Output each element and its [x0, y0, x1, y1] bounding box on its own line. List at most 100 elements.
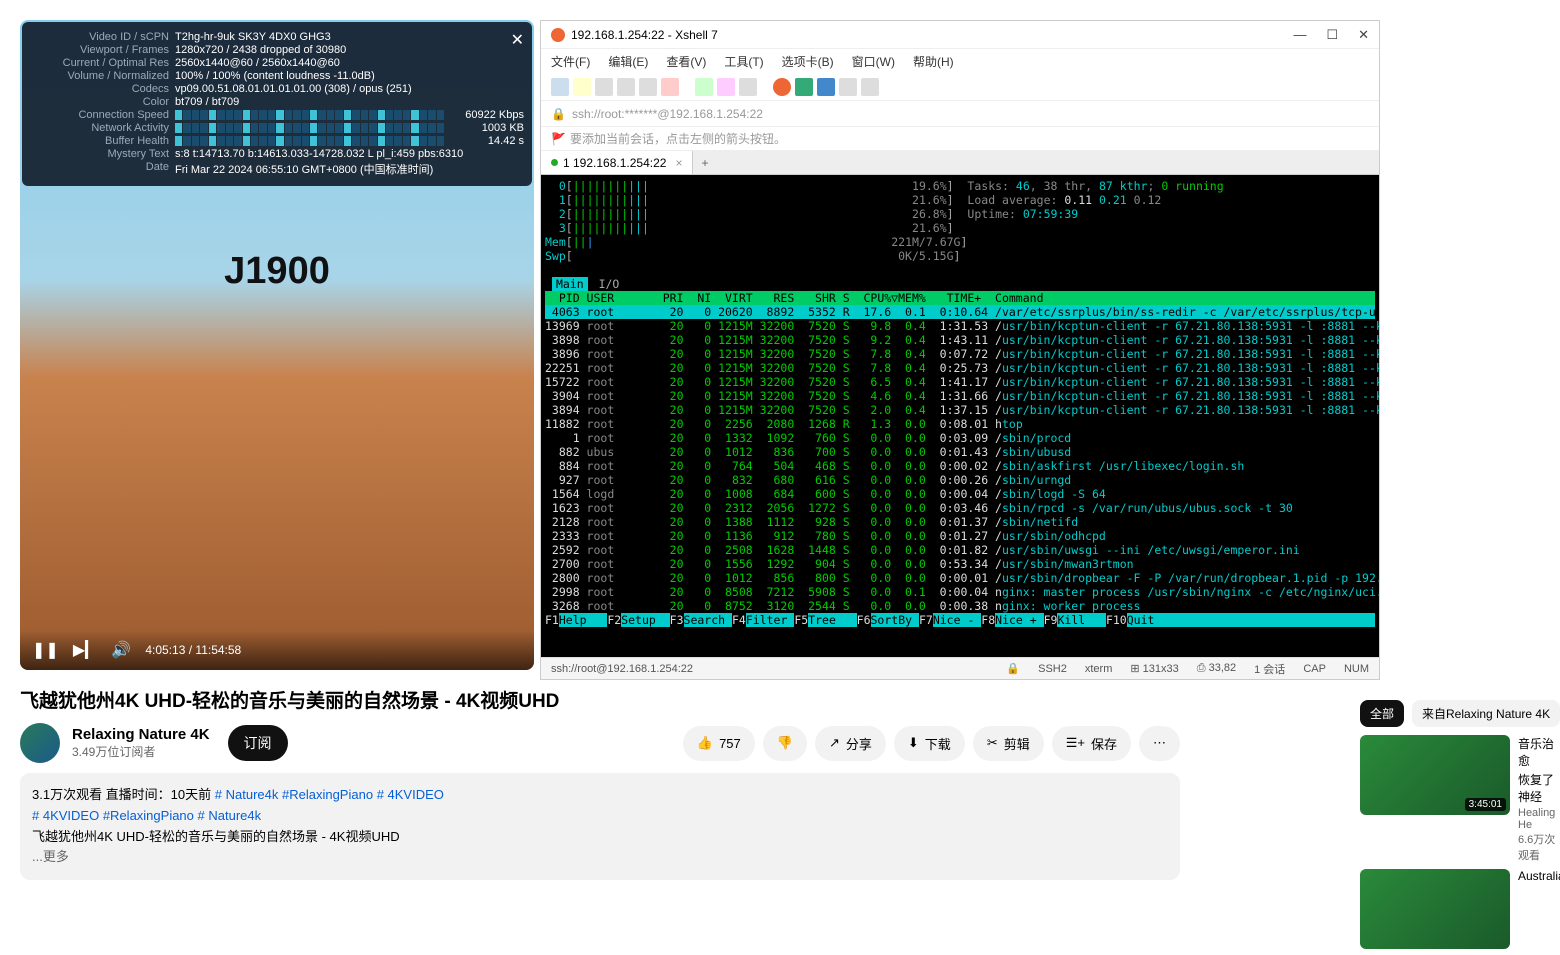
menu-item[interactable]: 帮助(H) [913, 53, 954, 70]
menu-item[interactable]: 窗口(W) [852, 53, 895, 70]
hashtag[interactable]: # Nature4k [198, 808, 262, 823]
description-text: 飞越犹他州4K UHD-轻松的音乐与美丽的自然场景 - 4K视频UHD [32, 829, 400, 844]
share-button[interactable]: ↗分享 [815, 726, 886, 761]
rec-channel: Healing He [1518, 807, 1560, 831]
play-pause-icon[interactable]: ❚❚ [32, 640, 59, 660]
dislike-button[interactable]: 👎 [763, 726, 807, 761]
menu-item[interactable]: 编辑(E) [608, 53, 648, 70]
subscribe-button[interactable]: 订阅 [228, 725, 288, 761]
toolbar-icon[interactable] [595, 78, 613, 96]
duration: 3:45:01 [1465, 798, 1506, 811]
stat-right: 14.42 s [444, 135, 524, 147]
toolbar-icon[interactable] [861, 78, 879, 96]
stat-value [175, 109, 444, 121]
stats-overlay: ✕ Video ID / sCPNT2hg-hr-9uk SK3Y 4DX0 G… [22, 22, 532, 186]
recommendation-item[interactable]: Australian [1360, 869, 1560, 949]
close-icon[interactable]: ✕ [1358, 27, 1369, 43]
menu-item[interactable]: 选项卡(B) [782, 53, 834, 70]
download-button[interactable]: ⬇下载 [894, 726, 965, 761]
toolbar-icon[interactable] [773, 78, 791, 96]
toolbar-icon[interactable] [639, 78, 657, 96]
status-term: xterm [1085, 663, 1113, 675]
status-cap: CAP [1303, 663, 1326, 675]
menu-item[interactable]: 工具(T) [724, 53, 763, 70]
stat-label: Mystery Text [30, 148, 175, 160]
stat-value: 100% / 100% (content loudness -11.0dB) [175, 70, 524, 82]
chip-all[interactable]: 全部 [1360, 700, 1404, 727]
rec-title: Australian [1518, 869, 1560, 883]
stat-label: Current / Optimal Res [30, 57, 175, 69]
toolbar-icon[interactable] [739, 78, 757, 96]
stat-label: Color [30, 96, 175, 108]
stat-value: vp09.00.51.08.01.01.01.01.00 (308) / opu… [175, 83, 524, 95]
stat-value: 1280x720 / 2438 dropped of 30980 [175, 44, 524, 56]
download-icon: ⬇ [908, 735, 919, 751]
stat-value: T2hg-hr-9uk SK3Y 4DX0 GHG3 [175, 31, 524, 43]
like-button[interactable]: 👍757 [683, 726, 755, 761]
volume-icon[interactable]: 🔊 [111, 640, 131, 660]
hashtag[interactable]: # 4KVIDEO [377, 787, 444, 802]
toolbar-icon[interactable] [661, 78, 679, 96]
toolbar-icon[interactable] [551, 78, 569, 96]
hashtag[interactable]: #RelaxingPiano [282, 787, 373, 802]
status-sess: 1 会话 [1254, 661, 1285, 677]
toolbar-icon[interactable] [839, 78, 857, 96]
stat-value [175, 135, 444, 147]
status-pos: ⎙ 33,82 [1197, 662, 1236, 675]
hashtag[interactable]: #RelaxingPiano [103, 808, 194, 823]
stat-right: 60922 Kbps [444, 109, 524, 121]
stat-label: Buffer Health [30, 135, 175, 147]
recommendations: 全部 来自Relaxing Nature 4K 3:45:01音乐治愈恢复了神经… [1360, 700, 1560, 955]
window-title: 192.168.1.254:22 - Xshell 7 [571, 28, 718, 42]
address-bar[interactable]: 🔒 ssh://root:*******@192.168.1.254:22 [541, 101, 1379, 127]
stat-right: 1003 KB [444, 122, 524, 134]
more-button[interactable]: ⋯ [1139, 726, 1180, 761]
thumbnail [1360, 869, 1510, 949]
description-box[interactable]: 3.1万次观看 直播时间：10天前 # Nature4k #RelaxingPi… [20, 773, 1180, 880]
hashtag[interactable]: # 4KVIDEO [32, 808, 99, 823]
session-tab[interactable]: 1 192.168.1.254:22 × [541, 151, 693, 174]
next-icon[interactable]: ▶▎ [73, 640, 98, 660]
status-ssh: SSH2 [1038, 663, 1067, 675]
stat-label: Volume / Normalized [30, 70, 175, 82]
toolbar-icon[interactable] [617, 78, 635, 96]
stat-label: Viewport / Frames [30, 44, 175, 56]
stat-label: Codecs [30, 83, 175, 95]
hashtag[interactable]: # Nature4k [215, 787, 279, 802]
stat-value: 2560x1440@60 / 2560x1440@60 [175, 57, 524, 69]
menu-item[interactable]: 查看(V) [666, 53, 706, 70]
minimize-icon[interactable]: — [1293, 27, 1306, 43]
stat-value: s:8 t:14713.70 b:14613.033-14728.032 L p… [175, 148, 524, 160]
menubar: 文件(F) 编辑(E) 查看(V) 工具(T) 选项卡(B) 窗口(W) 帮助(H) [541, 49, 1379, 73]
video-controls: ❚❚ ▶▎ 🔊 4:05:13 / 11:54:58 [20, 630, 534, 670]
show-more[interactable]: ...更多 [32, 849, 69, 864]
stat-value: Fri Mar 22 2024 06:55:10 GMT+0800 (中国标准时… [175, 161, 524, 177]
toolbar-icon[interactable] [573, 78, 591, 96]
clip-button[interactable]: ✂剪辑 [973, 726, 1044, 761]
rec-views: 6.6万次观看 [1518, 831, 1560, 863]
toolbar-icon[interactable] [795, 78, 813, 96]
video-player[interactable]: ✕ Video ID / sCPNT2hg-hr-9uk SK3Y 4DX0 G… [20, 20, 534, 670]
close-icon[interactable]: ✕ [511, 30, 524, 50]
stat-label: Date [30, 161, 175, 177]
recommendation-item[interactable]: 3:45:01音乐治愈恢复了神经Healing He6.6万次观看 [1360, 735, 1560, 863]
chip-from-channel[interactable]: 来自Relaxing Nature 4K [1412, 700, 1560, 727]
maximize-icon[interactable]: ☐ [1326, 27, 1338, 43]
close-tab-icon[interactable]: × [675, 156, 682, 170]
stat-value: bt709 / bt709 [175, 96, 524, 108]
terminal[interactable]: 0[||||||||||| 19.6%] Tasks: 46, 38 thr, … [541, 175, 1379, 657]
toolbar-icon[interactable] [717, 78, 735, 96]
add-tab-button[interactable]: + [693, 156, 716, 170]
channel-name[interactable]: Relaxing Nature 4K [72, 726, 210, 743]
toolbar-icon[interactable] [817, 78, 835, 96]
channel-avatar[interactable] [20, 723, 60, 763]
toolbar-icon[interactable] [695, 78, 713, 96]
youtube-meta: 飞越犹他州4K UHD-轻松的音乐与美丽的自然场景 - 4K视频UHD Rela… [20, 686, 1180, 880]
save-button[interactable]: ☰+保存 [1052, 726, 1131, 761]
menu-item[interactable]: 文件(F) [551, 53, 590, 70]
session-tabs: 1 192.168.1.254:22 × + [541, 151, 1379, 175]
status-bar: ssh://root@192.168.1.254:22 🔒 SSH2 xterm… [541, 657, 1379, 679]
toolbar [541, 73, 1379, 101]
lock-icon: 🔒 [1006, 662, 1020, 675]
clip-icon: ✂ [987, 735, 998, 751]
